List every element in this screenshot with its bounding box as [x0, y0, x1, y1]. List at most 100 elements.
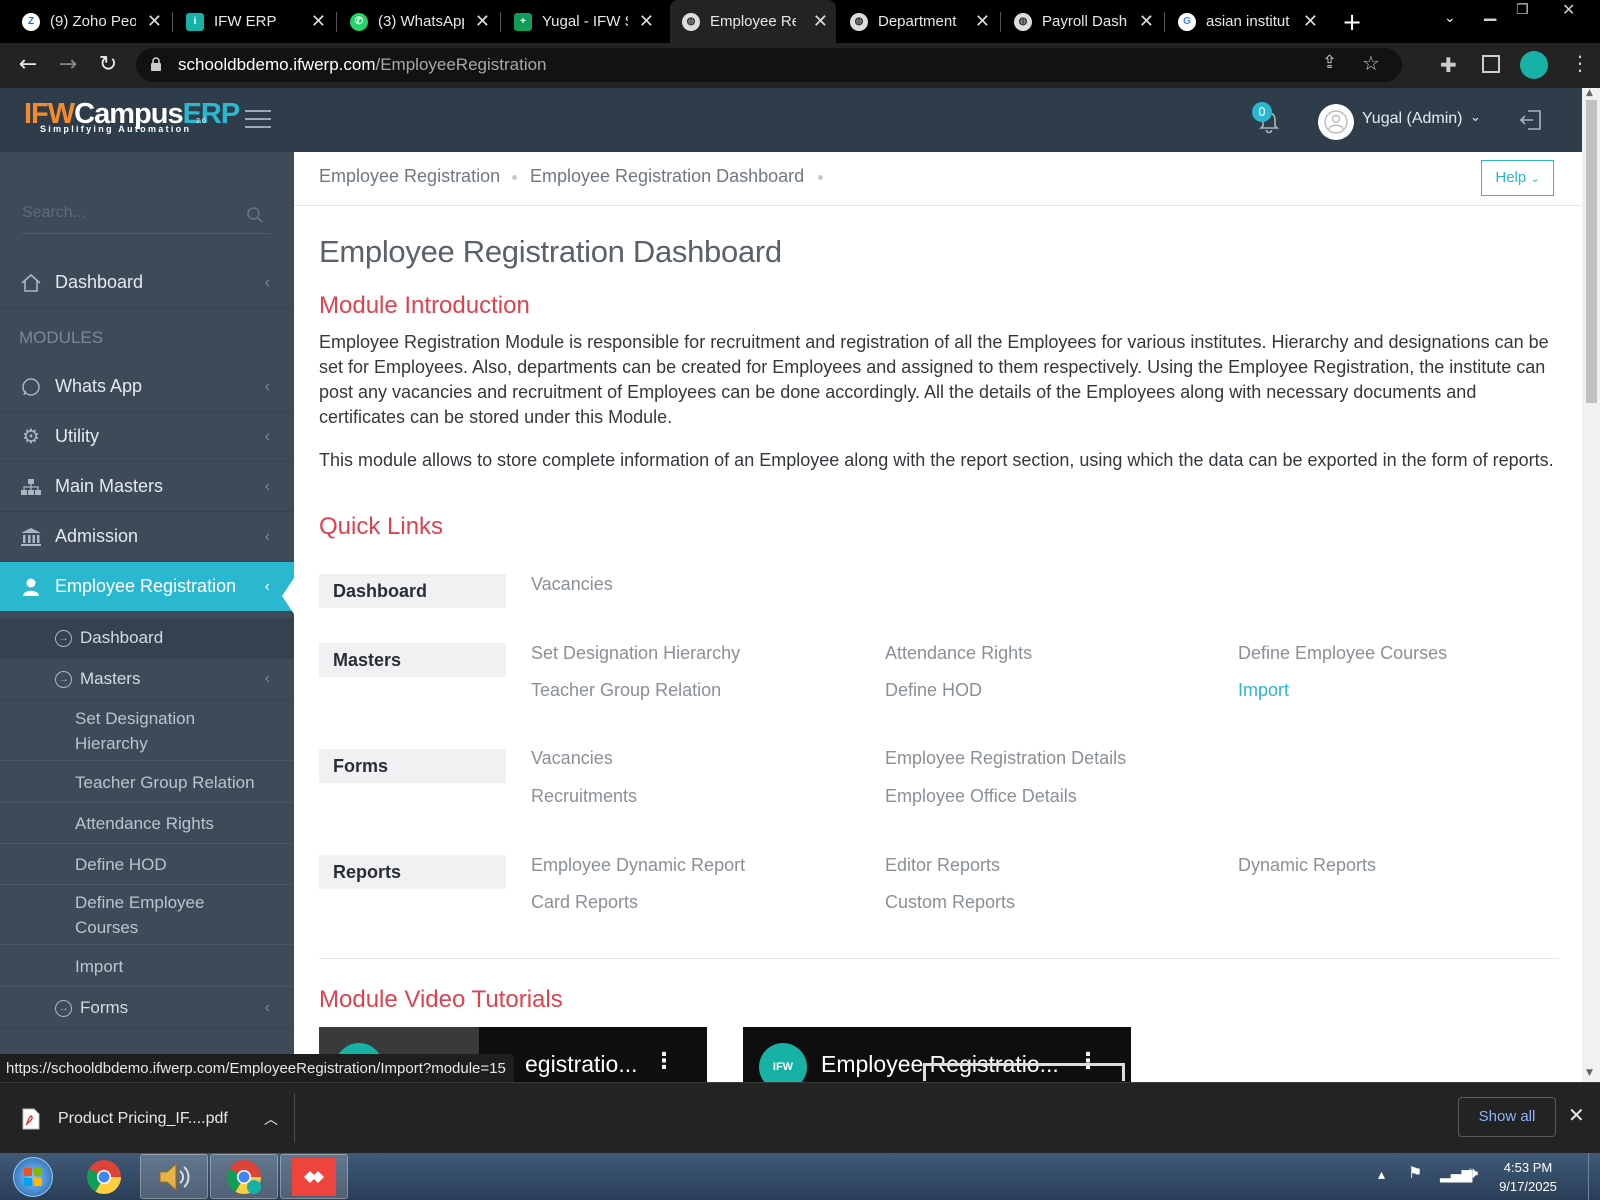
quick-link[interactable]: Employee Office Details: [885, 786, 1077, 807]
sidebar-masters-item-define-hod[interactable]: Define HOD: [0, 844, 294, 885]
close-tab-icon[interactable]: ✕: [1303, 11, 1318, 32]
quick-link[interactable]: Vacancies: [531, 748, 613, 769]
start-button[interactable]: [0, 1154, 66, 1199]
browser-tab[interactable]: ◍ Department ✕: [838, 0, 998, 43]
close-tab-icon[interactable]: ✕: [475, 11, 490, 32]
quick-link[interactable]: Define Employee Courses: [1238, 643, 1447, 664]
sidebar-masters-item-set-designation-hierarchy[interactable]: Set Designation Hierarchy: [0, 701, 294, 761]
browser-tab[interactable]: ◍ Payroll Dashb ✕: [1002, 0, 1162, 43]
browser-menu-icon[interactable]: ⋮: [1570, 51, 1590, 75]
quick-link[interactable]: Custom Reports: [885, 892, 1015, 913]
chevron-left-icon: ‹: [264, 427, 270, 445]
speaker-app-taskbar-icon[interactable]: [140, 1154, 208, 1199]
sidebar-item-utility[interactable]: ⚙ Utility ‹: [0, 412, 294, 462]
close-tab-icon[interactable]: ✕: [311, 11, 326, 32]
action-center-flag-icon[interactable]: ⚑: [1408, 1163, 1422, 1182]
close-icon[interactable]: ✕: [1568, 1103, 1585, 1127]
browser-tab-active[interactable]: ◍ Employee Re ✕: [670, 0, 836, 43]
back-icon[interactable]: ←: [14, 51, 42, 79]
sidebar-item-label: Utility: [55, 426, 99, 446]
sidebar-search-input[interactable]: [22, 204, 232, 222]
sidebar-item-admission[interactable]: Admission ‹: [0, 512, 294, 562]
avatar[interactable]: [1318, 104, 1354, 140]
chevron-left-icon: ‹: [264, 273, 270, 291]
anydesk-icon: [292, 1157, 336, 1196]
sidebar-subitem-dashboard[interactable]: → Dashboard: [0, 618, 294, 659]
close-tab-icon[interactable]: ✕: [1139, 11, 1154, 32]
show-all-button[interactable]: Show all: [1458, 1097, 1556, 1137]
close-window-icon[interactable]: ✕: [1562, 0, 1575, 19]
minimize-icon[interactable]: ▁: [1484, 2, 1496, 21]
sidebar-subitem-label: Masters: [80, 669, 141, 688]
chrome-taskbar-icon[interactable]: [70, 1154, 138, 1199]
scrollbar-thumb[interactable]: [1586, 100, 1597, 403]
sidebar-masters-item-teacher-group-relation[interactable]: Teacher Group Relation: [0, 762, 294, 803]
forward-icon[interactable]: →: [54, 51, 82, 79]
quick-link-hovered[interactable]: Import: [1238, 680, 1289, 701]
user-name[interactable]: Yugal (Admin): [1362, 110, 1463, 128]
show-hidden-icons-icon[interactable]: ▴: [1378, 1167, 1385, 1183]
sidebar-item-employee-registration[interactable]: Employee Registration ‹: [0, 562, 294, 612]
sidebar-masters-item-define-employee-courses[interactable]: Define Employee Courses: [0, 885, 294, 945]
browser-tab[interactable]: i IFW ERP ✕: [174, 0, 334, 43]
sidebar-masters-item-import[interactable]: Import: [0, 946, 294, 987]
bookmark-star-icon[interactable]: ☆: [1362, 51, 1380, 75]
close-tab-icon[interactable]: ✕: [147, 11, 162, 32]
close-tab-icon[interactable]: ✕: [639, 11, 654, 32]
download-file-name: Product Pricing_IF....pdf: [58, 1110, 228, 1127]
new-tab-icon[interactable]: +: [1342, 8, 1362, 36]
sidebar-item-main-masters[interactable]: Main Masters ‹: [0, 462, 294, 512]
hamburger-menu-icon[interactable]: [245, 110, 271, 130]
sidebar-subitem-forms[interactable]: → Forms ‹: [0, 988, 294, 1029]
more-options-icon[interactable]: ⋮: [653, 1049, 675, 1074]
show-desktop-button[interactable]: [1588, 1153, 1600, 1200]
browser-tab[interactable]: + Yugal - IFW S ✕: [502, 0, 662, 43]
download-item[interactable]: Product Pricing_IF....pdf ︿: [22, 1101, 278, 1137]
anydesk-taskbar-icon[interactable]: [280, 1154, 348, 1199]
quick-link[interactable]: Card Reports: [531, 892, 638, 913]
profile-avatar-icon[interactable]: [1520, 51, 1548, 79]
share-icon[interactable]: ⇪: [1322, 52, 1337, 73]
quick-link[interactable]: Editor Reports: [885, 855, 1000, 876]
breadcrumb-item[interactable]: Employee Registration Dashboard: [530, 166, 804, 187]
quick-link[interactable]: Set Designation Hierarchy: [531, 643, 740, 664]
help-button[interactable]: Help ⌄: [1481, 160, 1554, 196]
system-clock[interactable]: 4:53 PM 9/17/2025: [1488, 1158, 1568, 1196]
browser-tab[interactable]: ✆ (3) WhatsApp ✕: [338, 0, 498, 43]
side-panel-icon[interactable]: [1482, 55, 1500, 73]
close-tab-icon[interactable]: ✕: [975, 11, 990, 32]
quick-link[interactable]: Recruitments: [531, 786, 637, 807]
scroll-up-arrow-icon[interactable]: ▲: [1586, 88, 1593, 98]
extensions-icon[interactable]: ✚: [1440, 53, 1457, 77]
quick-link[interactable]: Employee Dynamic Report: [531, 855, 745, 876]
sidebar-masters-item-attendance-rights[interactable]: Attendance Rights: [0, 803, 294, 844]
logout-icon[interactable]: [1518, 108, 1544, 132]
sidebar-item-whats-app[interactable]: Whats App ‹: [0, 362, 294, 412]
volume-icon[interactable]: 🕪: [1468, 1163, 1478, 1183]
sidebar-subitem-masters[interactable]: → Masters ‹: [0, 659, 294, 700]
browser-tab[interactable]: Z (9) Zoho Peo ✕: [10, 0, 170, 43]
quick-link[interactable]: Attendance Rights: [885, 643, 1032, 664]
search-icon[interactable]: [246, 206, 264, 224]
quick-link[interactable]: Dynamic Reports: [1238, 855, 1376, 876]
restore-icon[interactable]: ❐: [1516, 2, 1529, 18]
quick-link[interactable]: Teacher Group Relation: [531, 680, 721, 701]
scroll-down-arrow-icon[interactable]: ▼: [1586, 1068, 1593, 1078]
chevron-up-icon[interactable]: ︿: [264, 1109, 278, 1129]
sidebar-item-dashboard[interactable]: Dashboard ‹: [0, 258, 294, 308]
browser-tab[interactable]: G asian institut ✕: [1166, 0, 1326, 43]
quick-link[interactable]: Define HOD: [885, 680, 982, 701]
tab-search-icon[interactable]: ⌄: [1444, 10, 1456, 26]
address-bar[interactable]: schooldbdemo.ifwerp.com/EmployeeRegistra…: [136, 48, 1402, 82]
reload-icon[interactable]: ↻: [94, 51, 122, 79]
chevron-down-icon[interactable]: ⌄: [1470, 110, 1481, 125]
chrome-profile-taskbar-icon[interactable]: [210, 1154, 278, 1199]
breadcrumb-item[interactable]: Employee Registration: [319, 166, 500, 187]
browser-tab-strip: Z (9) Zoho Peo ✕ i IFW ERP ✕ ✆ (3) Whats…: [0, 0, 1600, 43]
sheets-icon: +: [514, 12, 532, 31]
quick-link[interactable]: Employee Registration Details: [885, 748, 1126, 769]
quick-link[interactable]: Vacancies: [531, 574, 613, 595]
page-scrollbar[interactable]: ▲ ▼: [1582, 88, 1600, 1082]
video-thumbnail[interactable]: IFW Employee Registratio... ⋮: [743, 1027, 1131, 1082]
close-tab-icon[interactable]: ✕: [813, 11, 828, 32]
